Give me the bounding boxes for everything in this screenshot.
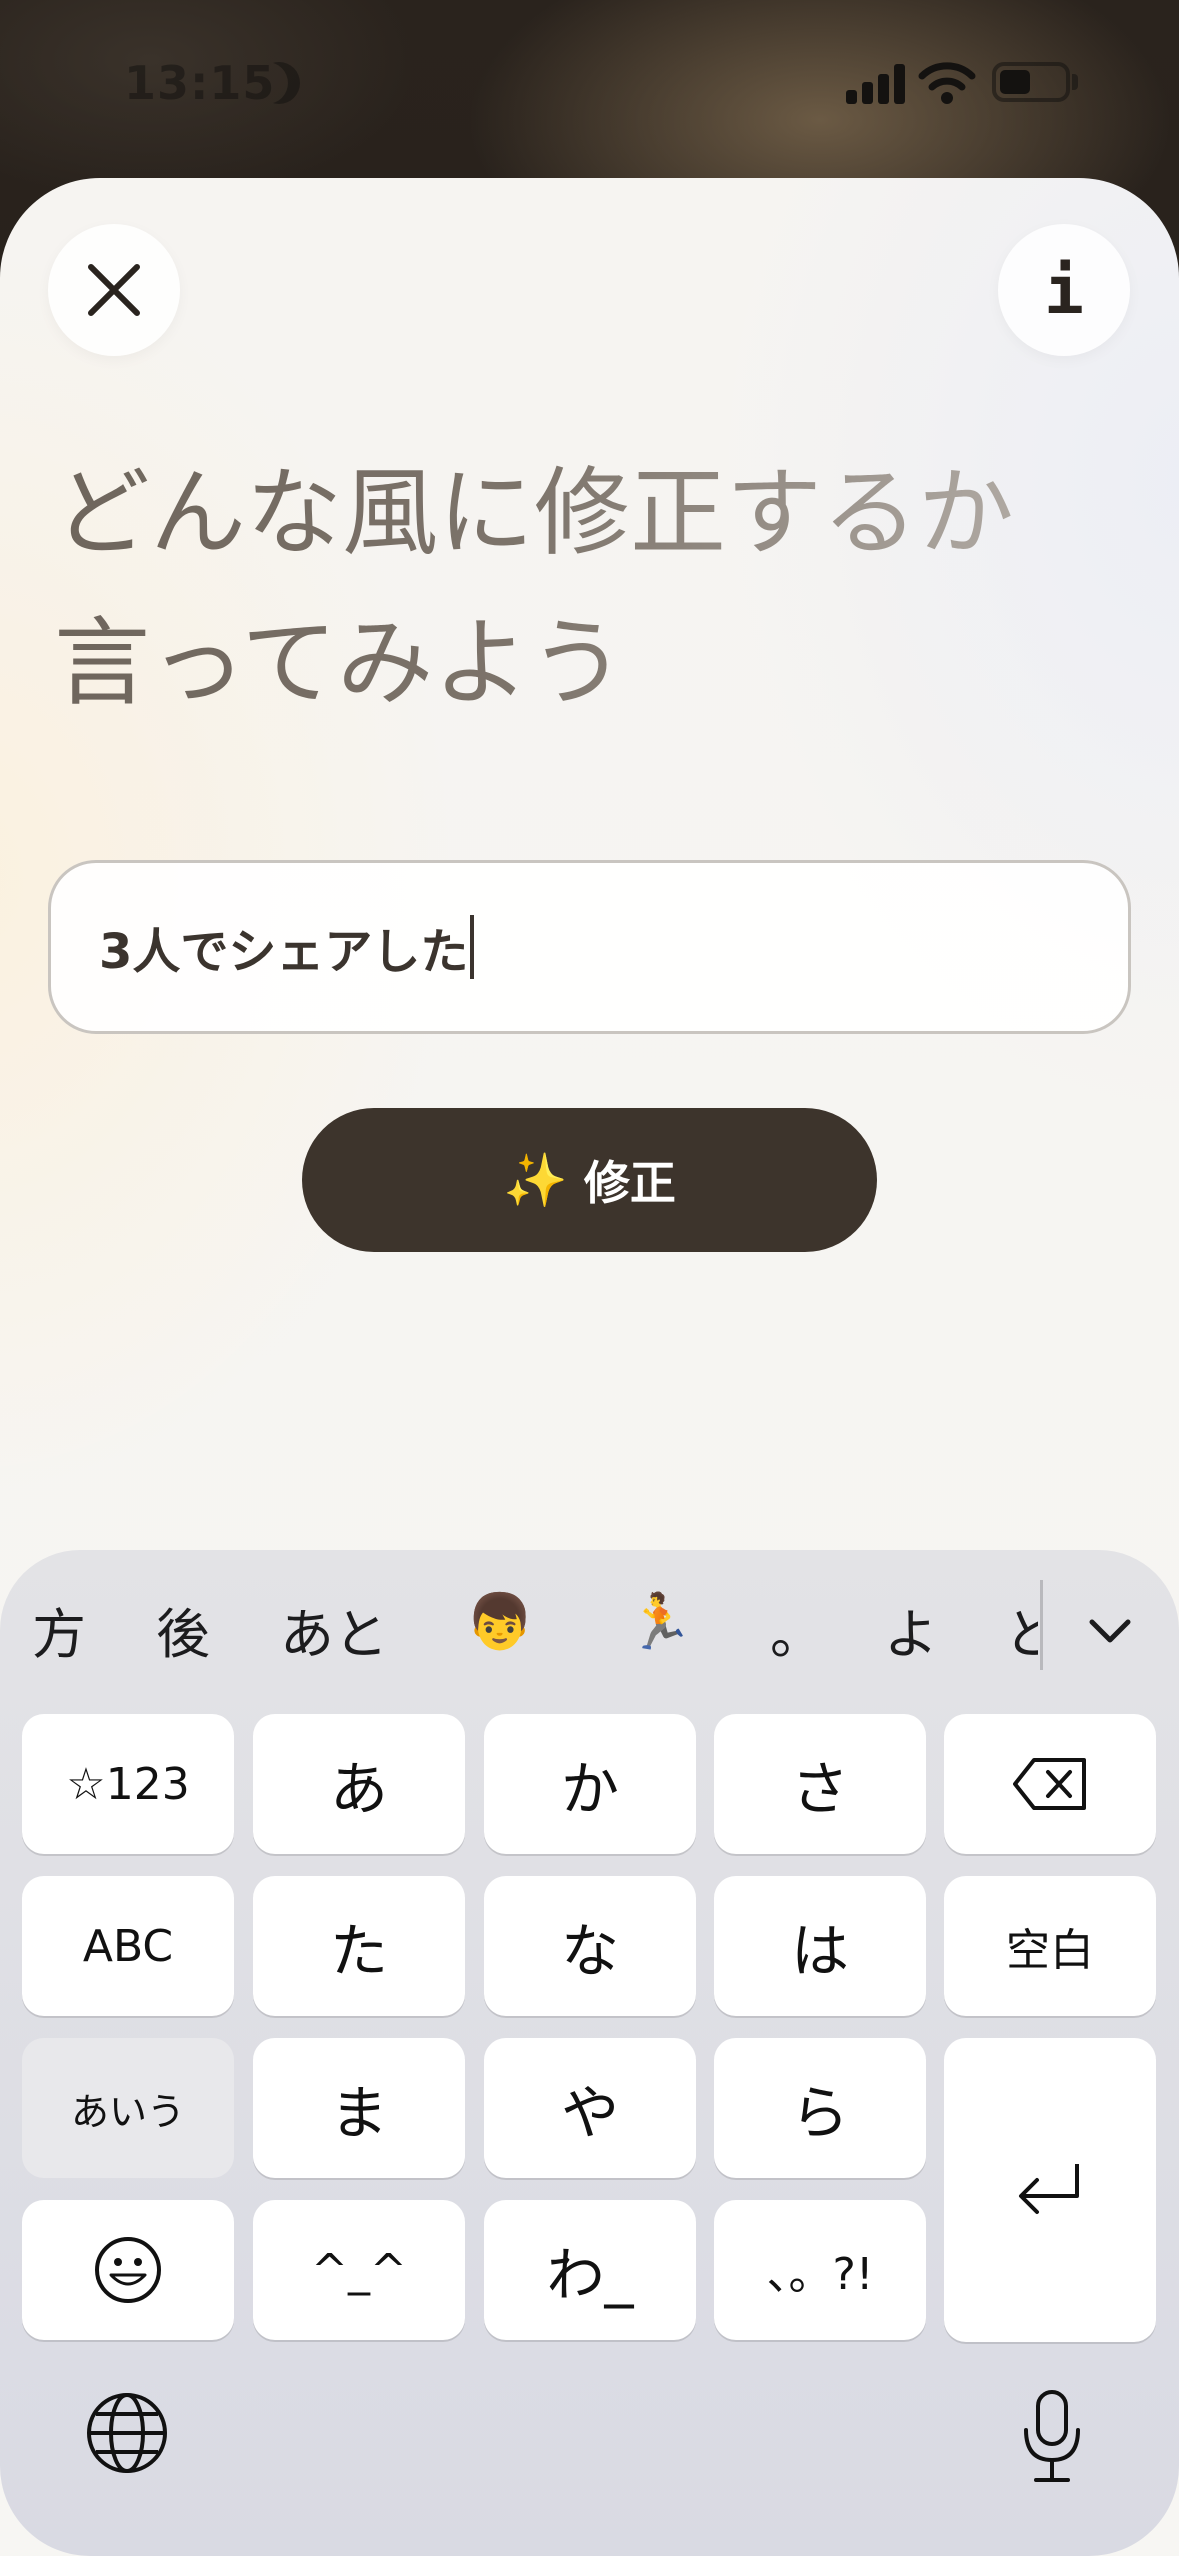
prompt-title: どんな風に修正するか 言ってみよう [54,438,1114,738]
close-button[interactable] [48,224,180,356]
suggestion-bar: 方 後 あと 👦 🏃 。 よ と [0,1550,1179,1700]
suggestion-item[interactable]: 。 [770,1590,824,1669]
delete-backward-icon [1013,1758,1086,1810]
key-ya[interactable]: や [484,2038,696,2178]
space-key[interactable]: 空白 [944,1876,1156,2016]
key-sa[interactable]: さ [714,1714,926,1854]
emoji-key[interactable] [22,2200,234,2340]
suggestion-item[interactable]: あと [280,1590,388,1669]
prompt-line-2: 言ってみよう [54,607,626,719]
key-ka[interactable]: か [484,1714,696,1854]
suggestion-item[interactable]: と [1004,1590,1038,1669]
key-na[interactable]: な [484,1876,696,2016]
globe-icon[interactable] [84,2390,170,2476]
status-bar: 13:15 [0,0,1179,175]
abc-key[interactable]: ABC [22,1876,234,2016]
return-key[interactable] [944,2038,1156,2342]
info-icon: i [1044,251,1084,329]
info-button[interactable]: i [998,224,1130,356]
suggestion-item[interactable]: 後 [156,1590,210,1669]
return-icon [1019,2164,1079,2214]
edit-instruction-input[interactable]: 3人でシェアした [48,860,1131,1034]
moon-icon [258,62,300,104]
key-ma[interactable]: ま [253,2038,465,2178]
suggestion-item[interactable]: 🏃 [626,1590,693,1654]
screen: 13:15 i どんな風に修正するか 言ってみよう 3人でシェアした ✨ 修正 … [0,0,1179,2556]
suggestion-divider [1040,1580,1043,1670]
kaomoji-key[interactable]: ^_^ [253,2200,465,2340]
delete-key[interactable] [944,1714,1156,1854]
fix-button[interactable]: ✨ 修正 [302,1108,877,1252]
key-ta[interactable]: た [253,1876,465,2016]
key-ra[interactable]: ら [714,2038,926,2178]
numbers-key[interactable]: ☆123 [22,1714,234,1854]
status-time: 13:15 [124,56,276,110]
key-a[interactable]: あ [253,1714,465,1854]
key-ha[interactable]: は [714,1876,926,2016]
microphone-icon[interactable] [1018,2388,1086,2484]
fix-button-label: 修正 [583,1156,676,1210]
cellular-signal-icon [846,64,908,104]
japanese-keyboard: 方 後 あと 👦 🏃 。 よ と ☆123 あ か さ ABC た な は 空白… [0,1550,1179,2556]
battery-icon [992,62,1070,102]
kana-key[interactable]: あいう [22,2038,234,2178]
wifi-icon [918,62,976,104]
suggestion-item[interactable]: よ [884,1590,938,1669]
key-wa[interactable]: わ_ [484,2200,696,2340]
close-icon [88,264,140,316]
emoji-icon [95,2237,161,2303]
chevron-down-icon[interactable] [1088,1608,1132,1652]
suggestion-item[interactable]: 方 [32,1590,86,1669]
punctuation-key[interactable]: 、。?! [714,2200,926,2340]
prompt-line-1: どんな風に修正するか [54,457,1014,569]
text-caret [470,915,475,979]
suggestion-item[interactable]: 👦 [466,1590,533,1654]
input-value: 3人でシェアした [99,924,469,980]
sparkles-icon: ✨ [503,1150,568,1211]
battery-tip [1072,74,1078,90]
